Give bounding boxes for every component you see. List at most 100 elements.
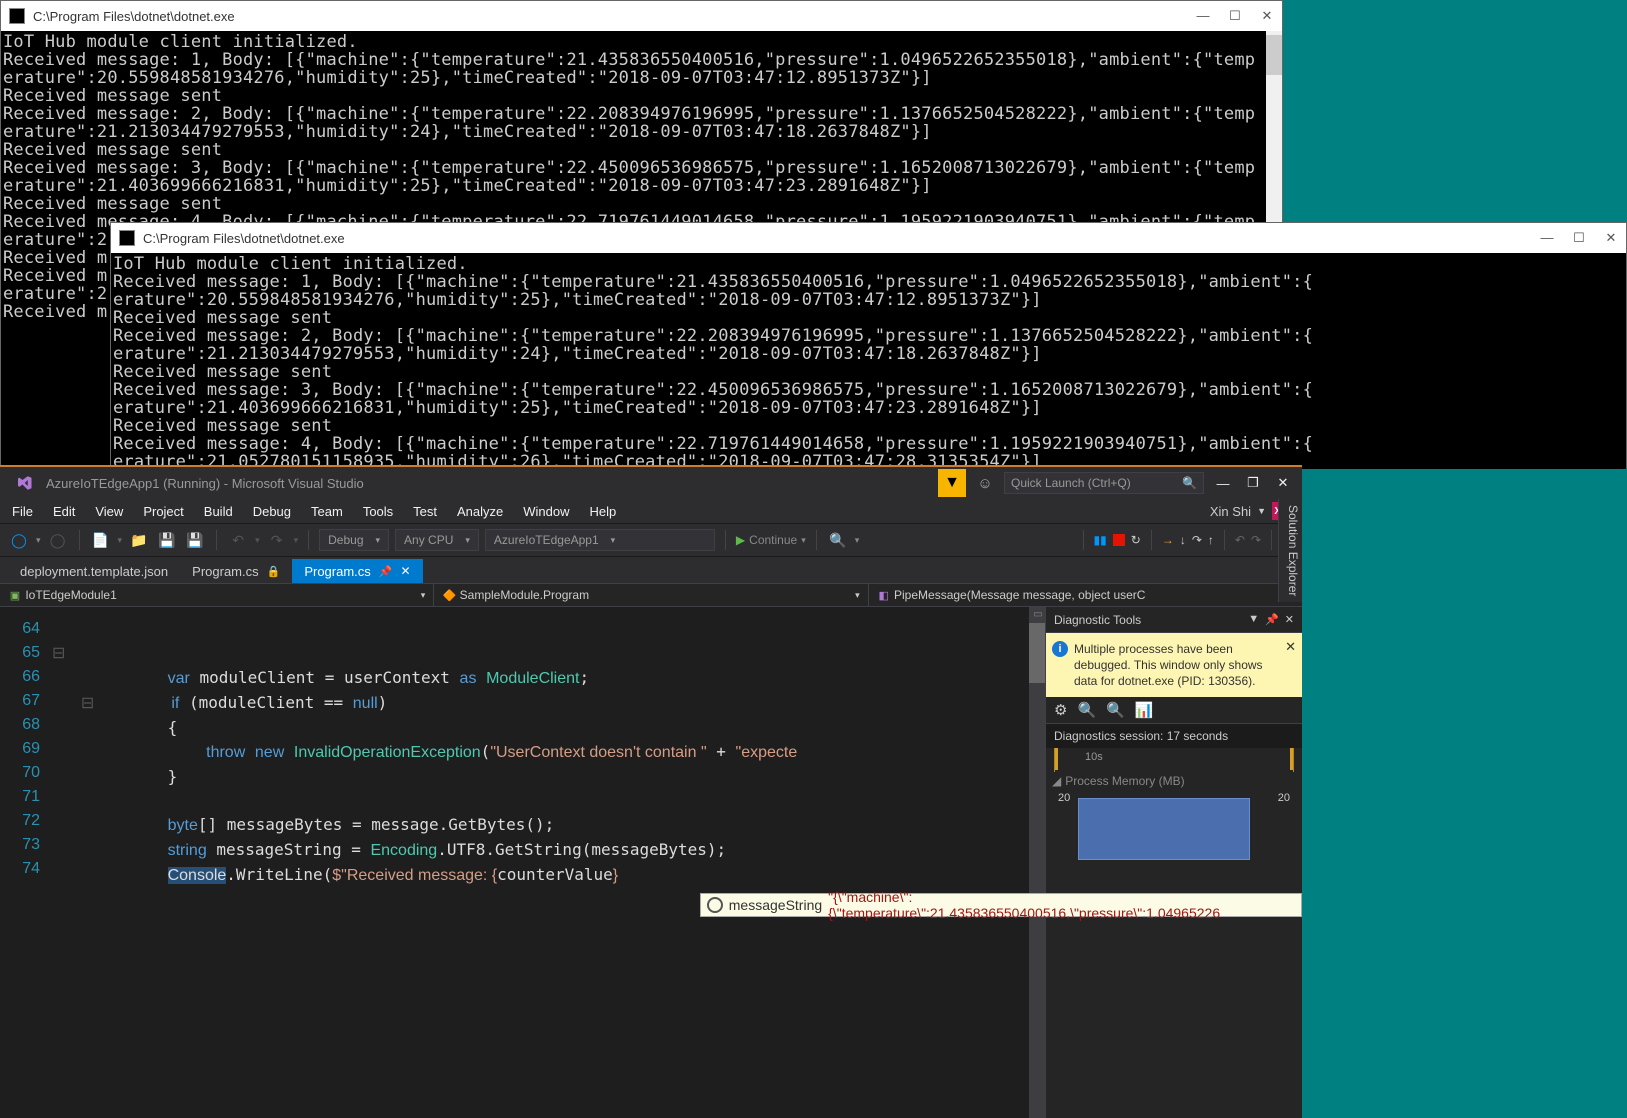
vs-titlebar[interactable]: AzureIoTEdgeApp1 (Running) - Microsoft V… <box>0 467 1302 499</box>
class-icon: 🔶 <box>442 588 456 602</box>
split-button[interactable]: ▭ <box>1031 607 1045 621</box>
minimize-button[interactable]: — <box>1540 230 1554 246</box>
maximize-button[interactable]: ☐ <box>1572 230 1586 246</box>
zoom-in-icon[interactable]: 🔍 <box>1077 701 1096 719</box>
diagnostic-toolbar: ⚙ 🔍 🔍 📊 <box>1046 697 1302 724</box>
collapse-icon: ◢ <box>1052 774 1061 788</box>
open-file-button[interactable]: 📁 <box>128 529 150 551</box>
code-editor[interactable]: 6465666768697071727374 ⊟ var moduleClien… <box>0 607 1045 1118</box>
step-back-button[interactable]: ↶ <box>1235 533 1245 547</box>
diagnostic-notice: i Multiple processes have been debugged.… <box>1046 633 1302 697</box>
console-titlebar[interactable]: C:\Program Files\dotnet\dotnet.exe — ☐ ✕ <box>111 223 1626 253</box>
step-into-button[interactable]: ↓ <box>1180 533 1186 547</box>
menu-test[interactable]: Test <box>413 504 437 519</box>
maximize-button[interactable]: ☐ <box>1228 8 1242 24</box>
find-button[interactable]: 🔍 <box>827 529 849 551</box>
redo-button[interactable]: ↷ <box>266 529 288 551</box>
pin-icon[interactable]: 📌 <box>379 565 393 578</box>
csharp-icon: ▣ <box>8 588 22 602</box>
solution-explorer-tab[interactable]: Solution Explorer <box>1278 499 1302 602</box>
debug-datatip[interactable]: messageString "{\"machine\":{\"temperatu… <box>700 893 1302 917</box>
close-icon[interactable]: ✕ <box>1285 613 1294 626</box>
save-all-button[interactable]: 💾 <box>184 529 206 551</box>
diagnostic-session-label: Diagnostics session: 17 seconds <box>1046 724 1302 748</box>
datatip-variable-name: messageString <box>729 897 822 913</box>
console-titlebar[interactable]: C:\Program Files\dotnet\dotnet.exe — ☐ ✕ <box>1 1 1282 31</box>
close-button[interactable]: ✕ <box>1260 8 1274 24</box>
tab-deployment-template[interactable]: deployment.template.json <box>8 559 180 583</box>
nav-back-button[interactable]: ◯ <box>8 529 30 551</box>
undo-button[interactable]: ↶ <box>227 529 249 551</box>
editor-scrollbar[interactable]: ▭ <box>1029 607 1045 1118</box>
menu-view[interactable]: View <box>95 504 123 519</box>
quick-launch-input[interactable]: Quick Launch (Ctrl+Q) 🔍 <box>1004 472 1204 494</box>
diagnostic-tools-title[interactable]: Diagnostic Tools ▼ 📌 ✕ <box>1046 607 1302 633</box>
gear-icon[interactable]: ⚙ <box>1054 701 1067 719</box>
save-button[interactable]: 💾 <box>156 529 178 551</box>
chevron-down-icon[interactable]: ▾ <box>36 535 41 546</box>
search-icon: 🔍 <box>1182 476 1197 490</box>
nav-forward-button: ◯ <box>47 529 69 551</box>
visual-studio-window: AzureIoTEdgeApp1 (Running) - Microsoft V… <box>0 465 1302 1118</box>
menu-analyze[interactable]: Analyze <box>457 504 503 519</box>
tab-program-cs-2[interactable]: Program.cs📌✕ <box>292 559 422 583</box>
chevron-down-icon: ▼ <box>1257 506 1266 516</box>
new-project-button[interactable]: 📄 <box>90 529 112 551</box>
navigation-bar: ▣ IoTEdgeModule1 ▾ 🔶 SampleModule.Progra… <box>0 583 1302 607</box>
continue-button[interactable]: ▶ Continue ▾ <box>736 533 806 547</box>
step-forward-button[interactable]: ↷ <box>1251 533 1261 547</box>
menu-debug[interactable]: Debug <box>253 504 291 519</box>
menu-project[interactable]: Project <box>143 504 183 519</box>
menu-file[interactable]: File <box>12 504 33 519</box>
solution-config-combo[interactable]: Debug▾ <box>319 529 389 551</box>
minimize-button[interactable]: — <box>1212 472 1234 494</box>
close-icon[interactable]: ✕ <box>401 564 411 578</box>
show-next-statement-button[interactable]: → <box>1162 533 1174 547</box>
vs-window-title: AzureIoTEdgeApp1 (Running) - Microsoft V… <box>46 476 364 491</box>
pin-icon[interactable]: 📌 <box>1265 613 1279 626</box>
console-title: C:\Program Files\dotnet\dotnet.exe <box>33 9 1196 24</box>
menu-team[interactable]: Team <box>311 504 343 519</box>
vs-logo-icon <box>12 471 36 495</box>
close-icon[interactable]: ✕ <box>1285 639 1296 655</box>
console-app-icon <box>119 230 135 246</box>
close-button[interactable]: ✕ <box>1272 472 1294 494</box>
process-memory-header[interactable]: ◢Process Memory (MB) <box>1046 772 1302 790</box>
solution-platform-combo[interactable]: Any CPU▾ <box>395 529 479 551</box>
step-out-button[interactable]: ↑ <box>1208 533 1214 547</box>
reset-zoom-icon[interactable]: 📊 <box>1135 701 1154 719</box>
restart-button[interactable]: ↻ <box>1131 533 1141 547</box>
chevron-down-icon[interactable]: ▼ <box>1248 613 1259 626</box>
menu-window[interactable]: Window <box>523 504 569 519</box>
feedback-icon[interactable]: ☺ <box>974 472 996 494</box>
menu-edit[interactable]: Edit <box>53 504 75 519</box>
play-icon: ▶ <box>736 533 745 547</box>
console-window-2: C:\Program Files\dotnet\dotnet.exe — ☐ ✕… <box>110 222 1627 468</box>
menu-help[interactable]: Help <box>590 504 617 519</box>
menu-tools[interactable]: Tools <box>363 504 393 519</box>
menu-build[interactable]: Build <box>204 504 233 519</box>
step-over-button[interactable]: ↷ <box>1192 533 1202 547</box>
close-button[interactable]: ✕ <box>1604 230 1618 246</box>
code-content[interactable]: ⊟ var moduleClient = userContext as Modu… <box>52 607 1045 1118</box>
diagnostic-tools-panel: Diagnostic Tools ▼ 📌 ✕ i Multiple proces… <box>1045 607 1302 1118</box>
process-memory-chart[interactable]: 20 20 <box>1058 790 1290 860</box>
minimize-button[interactable]: — <box>1196 8 1210 24</box>
stop-button[interactable] <box>1113 534 1125 546</box>
nav-member-combo[interactable]: ◧ PipeMessage(Message message, object us… <box>869 584 1302 606</box>
zoom-out-icon[interactable]: 🔍 <box>1106 701 1125 719</box>
nav-class-combo[interactable]: 🔶 SampleModule.Program ▾ <box>434 584 868 606</box>
nav-project-combo[interactable]: ▣ IoTEdgeModule1 ▾ <box>0 584 434 606</box>
filter-icon[interactable]: ▼ <box>938 469 966 497</box>
refresh-icon[interactable] <box>707 897 723 913</box>
restore-button[interactable]: ❐ <box>1242 472 1264 494</box>
quick-launch-placeholder: Quick Launch (Ctrl+Q) <box>1011 476 1131 490</box>
console-app-icon <box>9 8 25 24</box>
diagnostic-timeline[interactable]: 10s <box>1054 748 1294 772</box>
vs-menubar: File Edit View Project Build Debug Team … <box>0 499 1302 523</box>
lock-icon: 🔒 <box>267 565 281 578</box>
pause-button[interactable]: ▮▮ <box>1094 533 1107 547</box>
startup-project-combo[interactable]: AzureIoTEdgeApp1▾ <box>485 529 715 551</box>
tab-program-cs-1[interactable]: Program.cs🔒 <box>180 559 292 583</box>
method-icon: ◧ <box>877 588 891 602</box>
